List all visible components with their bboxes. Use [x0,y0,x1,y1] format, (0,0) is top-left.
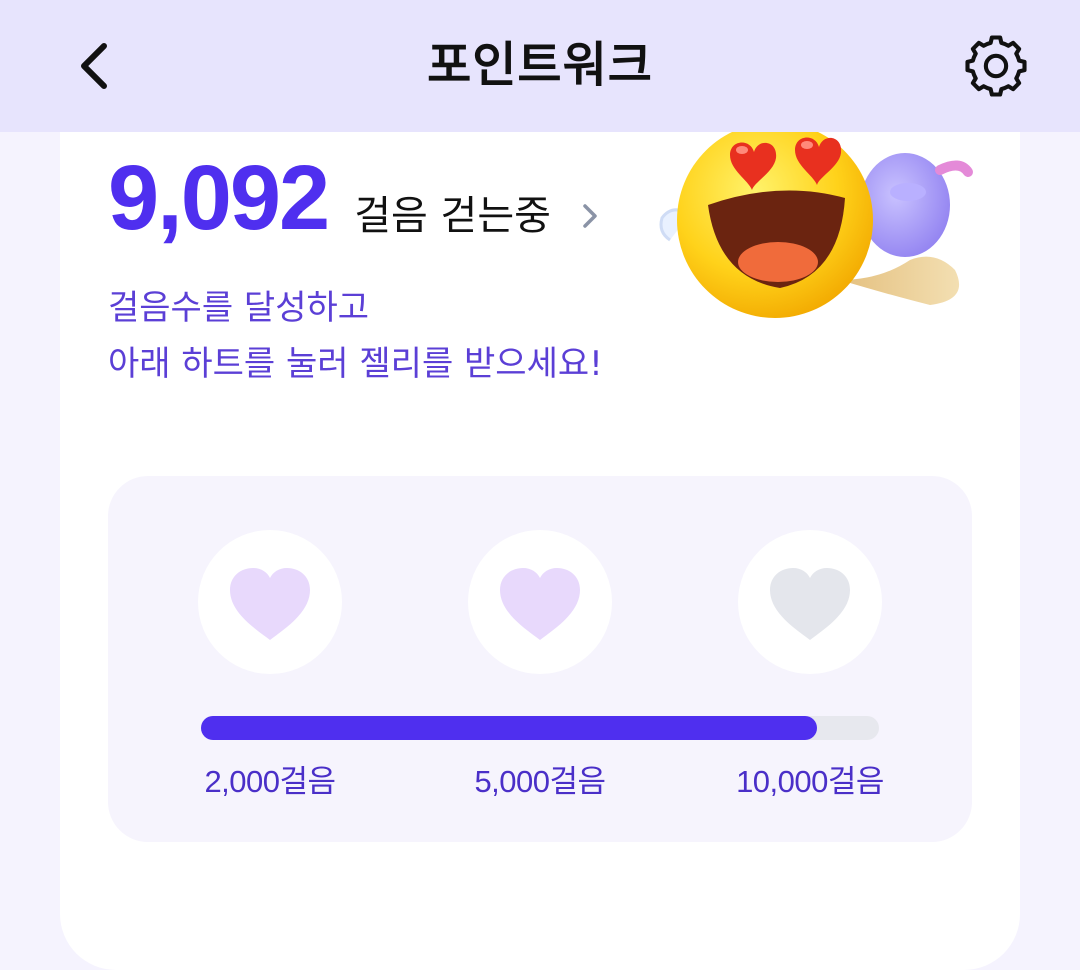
step-progress-bar [201,716,879,740]
milestone-heart-10000[interactable] [738,530,882,674]
milestone-label-5000: 5,000걸음 [474,764,606,799]
step-count: 9,092 [108,147,330,249]
guide-line-2: 아래 하트를 눌러 젤리를 받으세요! [108,344,603,384]
app-header: 포인트워크 [0,0,1080,132]
milestone-heart-5000[interactable] [468,530,612,674]
chevron-left-icon [81,43,107,89]
heart-icon [770,568,850,640]
step-progress-fill [201,716,818,740]
milestone-heart-2000[interactable] [198,530,342,674]
step-card: 9,092 걸음 걷는중 걸음수를 달성하고 아래 하트를 눌러 젤리를 받으세… [60,70,1020,970]
milestone-label-2000: 2,000걸음 [204,764,336,799]
page-title: 포인트워크 [427,37,653,93]
milestone-label-10000: 10,000걸음 [736,764,884,799]
settings-button[interactable] [956,28,1036,104]
chevron-right-icon [583,204,597,228]
gear-icon [965,35,1027,97]
guide-text: 걸음수를 달성하고 아래 하트를 눌러 젤리를 받으세요! [108,280,603,392]
step-summary[interactable]: 9,092 걸음 걷는중 [108,148,601,248]
heart-icon [500,568,580,640]
back-button[interactable] [64,30,128,102]
milestone-panel: 2,000걸음 5,000걸음 10,000걸음 [108,476,972,842]
guide-line-1: 걸음수를 달성하고 [108,288,370,328]
step-status-label: 걸음 걷는중 [354,193,551,239]
heart-icon [230,568,310,640]
heart-eyes-emoji-icon [650,110,980,340]
